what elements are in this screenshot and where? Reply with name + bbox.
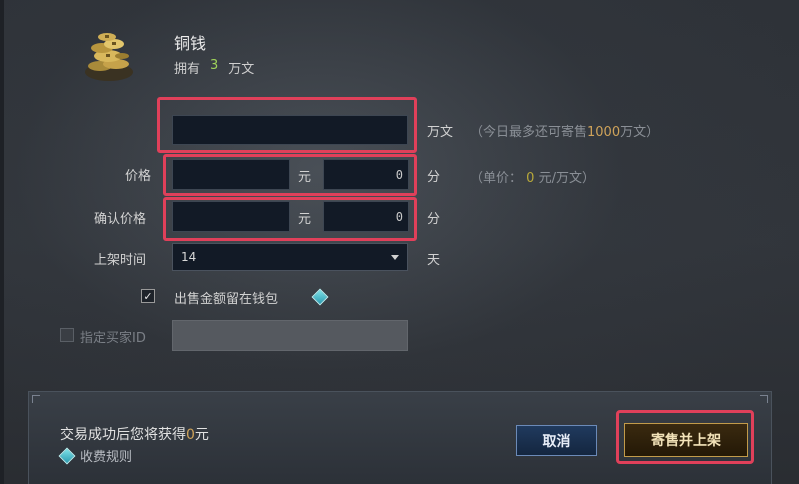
confirm-price-yuan-unit: 元 (298, 212, 312, 227)
confirm-price-yuan-input[interactable] (172, 201, 290, 232)
window-left-edge (0, 0, 4, 484)
item-name: 铜钱 (174, 34, 207, 53)
designated-buyer-input[interactable] (172, 320, 408, 351)
daily-limit-hint: （今日最多还可寄售1000万文） (470, 125, 660, 140)
price-fen-input[interactable]: 0 (323, 159, 409, 190)
listing-time-select[interactable]: 14 (172, 243, 408, 271)
owned-unit: 万文 (228, 62, 255, 77)
listing-time-label: 上架时间 (94, 253, 147, 268)
price-yuan-input[interactable] (172, 159, 290, 190)
listing-time-value: 14 (181, 250, 197, 264)
price-yuan-unit: 元 (298, 170, 312, 185)
keep-in-wallet-checkbox[interactable]: ✓ (141, 289, 155, 303)
owned-count: 3 (210, 58, 219, 73)
cancel-button[interactable]: 取消 (516, 425, 597, 456)
unit-price-value: 0 (526, 171, 535, 186)
confirm-price-label: 确认价格 (94, 212, 147, 227)
panel-corner-ornament (760, 395, 768, 403)
fee-rules-link[interactable]: 收费规则 (80, 446, 132, 465)
designated-buyer-label: 指定买家ID (80, 331, 146, 346)
owned-label: 拥有 (174, 62, 201, 77)
earnings-text: 交易成功后您将获得0元 (60, 427, 209, 443)
price-label: 价格 (125, 169, 152, 184)
unit-price-hint: （单价： 0 元/万文） (470, 171, 595, 186)
confirm-price-fen-unit: 分 (427, 212, 441, 227)
consign-and-list-button[interactable]: 寄售并上架 (624, 423, 748, 457)
keep-in-wallet-label: 出售金额留在钱包 (174, 292, 279, 307)
designated-buyer-checkbox[interactable] (60, 328, 74, 342)
panel-corner-ornament (32, 395, 40, 403)
amount-input[interactable] (172, 115, 408, 145)
price-fen-unit: 分 (427, 170, 441, 185)
amount-unit: 万文 (427, 125, 454, 140)
info-diamond-icon[interactable] (311, 288, 329, 306)
daily-limit-value: 1000 (587, 125, 621, 140)
earnings-value: 0 (186, 427, 195, 443)
owned-amount: 拥有 3 万文 (174, 58, 254, 77)
coin-pile-icon (80, 22, 138, 86)
listing-time-unit: 天 (427, 253, 441, 268)
confirm-price-fen-input[interactable]: 0 (323, 201, 409, 232)
chevron-down-icon (391, 254, 399, 260)
